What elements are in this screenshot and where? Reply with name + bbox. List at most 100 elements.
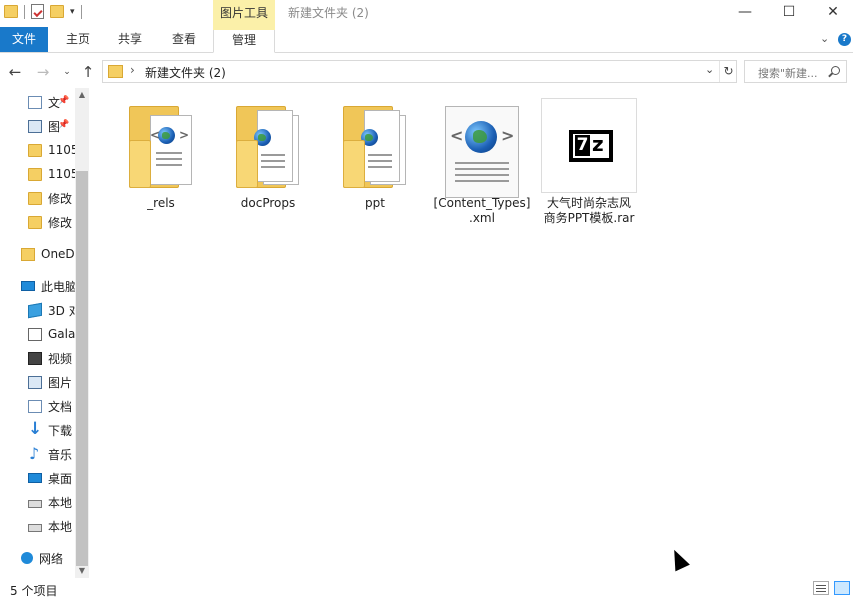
customize-toolbar-dropdown-icon[interactable]: ▾ [70, 7, 75, 17]
file-name-line-1: 大气时尚杂志风 [546, 196, 631, 210]
item-count: 5 个项目 [10, 584, 58, 598]
file-item[interactable]: docProps [219, 96, 317, 211]
nav-item-label: 修改 [48, 215, 73, 230]
nav-item-label: 视频 [48, 351, 73, 366]
ribbon-tab-bar: 文件 主页 共享 查看 管理 ⌄ [0, 27, 853, 53]
pin-icon: 📌 [58, 96, 70, 106]
network-icon [21, 552, 33, 564]
expand-ribbon-icon[interactable]: ⌄ [820, 32, 829, 45]
music-icon [28, 444, 42, 463]
xml-file-icon: < > [433, 96, 531, 198]
navigation-bar: ← → ⌄ ↑ › 新建文件夹 (2) ⌄ ↻ 搜索"新建... [0, 58, 853, 86]
nav-item-label: 音乐 [48, 447, 73, 462]
refresh-icon[interactable]: ↻ [719, 61, 737, 82]
maximize-icon: ☐ [782, 4, 796, 20]
file-name: docProps [240, 196, 296, 210]
xml-folder-icon [219, 96, 317, 196]
maximize-button[interactable]: ☐ [766, 0, 812, 27]
file-name-line-2: 商务PPT模板.rar [543, 211, 635, 225]
nav-item-label: 下载 [48, 423, 73, 438]
breadcrumb[interactable]: 新建文件夹 (2) [145, 64, 226, 81]
title-bar: ▾ 图片工具 新建文件夹 (2) — ☐ ✕ [0, 0, 853, 27]
nav-item-label: 1105 [48, 143, 79, 157]
3d-objects-icon [28, 302, 42, 318]
nav-item-label: 文档 [48, 399, 73, 414]
videos-icon [28, 351, 42, 365]
xml-folder-icon: < > [112, 96, 210, 196]
address-bar[interactable]: › 新建文件夹 (2) ⌄ ↻ [102, 60, 737, 83]
documents-icon [28, 95, 42, 109]
pictures-icon [28, 375, 42, 389]
tab-manage[interactable]: 管理 [213, 27, 275, 53]
nav-item-label: 桌面 [48, 471, 73, 486]
divider [24, 4, 25, 19]
properties-icon[interactable] [31, 4, 44, 19]
archive-file-icon: 7 z [540, 96, 638, 196]
folder-icon [28, 167, 42, 181]
tab-home[interactable]: 主页 [54, 27, 102, 52]
file-name: _rels [147, 196, 175, 210]
new-folder-icon[interactable] [50, 5, 64, 18]
file-list: < > _rels docProps ppt < > [Content_Type… [92, 88, 853, 578]
file-name-line-2: .xml [469, 211, 495, 225]
back-arrow-icon[interactable]: ← [6, 62, 24, 82]
nav-item-label: 1105 [48, 167, 79, 181]
file-item[interactable]: < > [Content_Types] .xml [433, 96, 531, 226]
drive-icon [28, 500, 42, 508]
folder-icon [108, 65, 123, 78]
search-placeholder: 搜索"新建... [758, 67, 818, 80]
minimize-icon: — [738, 4, 752, 20]
tab-file[interactable]: 文件 [0, 27, 48, 52]
help-icon[interactable]: ? [838, 33, 851, 46]
search-input[interactable]: 搜索"新建... [744, 60, 847, 83]
details-view-icon[interactable] [813, 581, 829, 595]
scrollbar-thumb[interactable] [76, 171, 88, 566]
forward-arrow-icon[interactable]: → [34, 62, 52, 82]
file-name-line-1: [Content_Types] [433, 196, 531, 210]
drive-icon [28, 524, 42, 532]
nav-item-label: 修改 [48, 191, 73, 206]
file-item[interactable]: ppt [326, 96, 424, 211]
close-button[interactable]: ✕ [810, 0, 853, 27]
scroll-up-icon[interactable]: ▲ [75, 88, 89, 102]
pictures-icon [28, 119, 42, 133]
file-item[interactable]: < > _rels [112, 96, 210, 211]
contextual-tab-group-label: 图片工具 [213, 0, 275, 27]
nav-item-label: Gala [48, 327, 76, 341]
gallery-icon [28, 327, 42, 341]
recent-locations-icon[interactable]: ⌄ [61, 62, 73, 82]
folder-icon [28, 143, 42, 157]
search-icon [831, 66, 840, 75]
up-arrow-icon[interactable]: ↑ [80, 62, 96, 82]
breadcrumb-chevron-icon[interactable]: › [130, 63, 135, 77]
tab-view[interactable]: 查看 [160, 27, 208, 52]
close-icon: ✕ [827, 4, 839, 20]
nav-item-label: 此电脑 [41, 279, 78, 294]
documents-icon [28, 399, 42, 413]
window-title: 新建文件夹 (2) [288, 6, 369, 20]
minimize-button[interactable]: — [722, 0, 768, 27]
status-bar: 5 个项目 [0, 578, 853, 598]
scroll-down-icon[interactable]: ▼ [75, 564, 89, 578]
nav-item-label: 图片 [48, 375, 73, 390]
file-item[interactable]: 7 z 大气时尚杂志风 商务PPT模板.rar [540, 96, 638, 226]
downloads-icon [28, 419, 42, 439]
contextual-tab-highlight [213, 27, 275, 30]
computer-icon [21, 281, 35, 291]
desktop-icon [28, 473, 42, 483]
file-name: ppt [365, 196, 385, 210]
folder-icon[interactable] [4, 5, 18, 18]
tab-share[interactable]: 共享 [106, 27, 154, 52]
folder-icon [28, 191, 42, 205]
onedrive-icon [21, 247, 35, 261]
divider [80, 4, 82, 19]
nav-pane-scrollbar[interactable]: ▲ ▼ [75, 88, 89, 578]
xml-folder-icon [326, 96, 424, 196]
address-history-dropdown-icon[interactable]: ⌄ [705, 63, 714, 76]
nav-item-label: 网络 [39, 551, 64, 566]
large-icons-view-icon[interactable] [834, 581, 850, 595]
7zip-logo-icon: 7 z [569, 130, 613, 162]
pin-icon: 📌 [58, 120, 70, 130]
nav-item-label: 本地 [48, 495, 73, 510]
nav-item-label: 本地 [48, 519, 73, 534]
